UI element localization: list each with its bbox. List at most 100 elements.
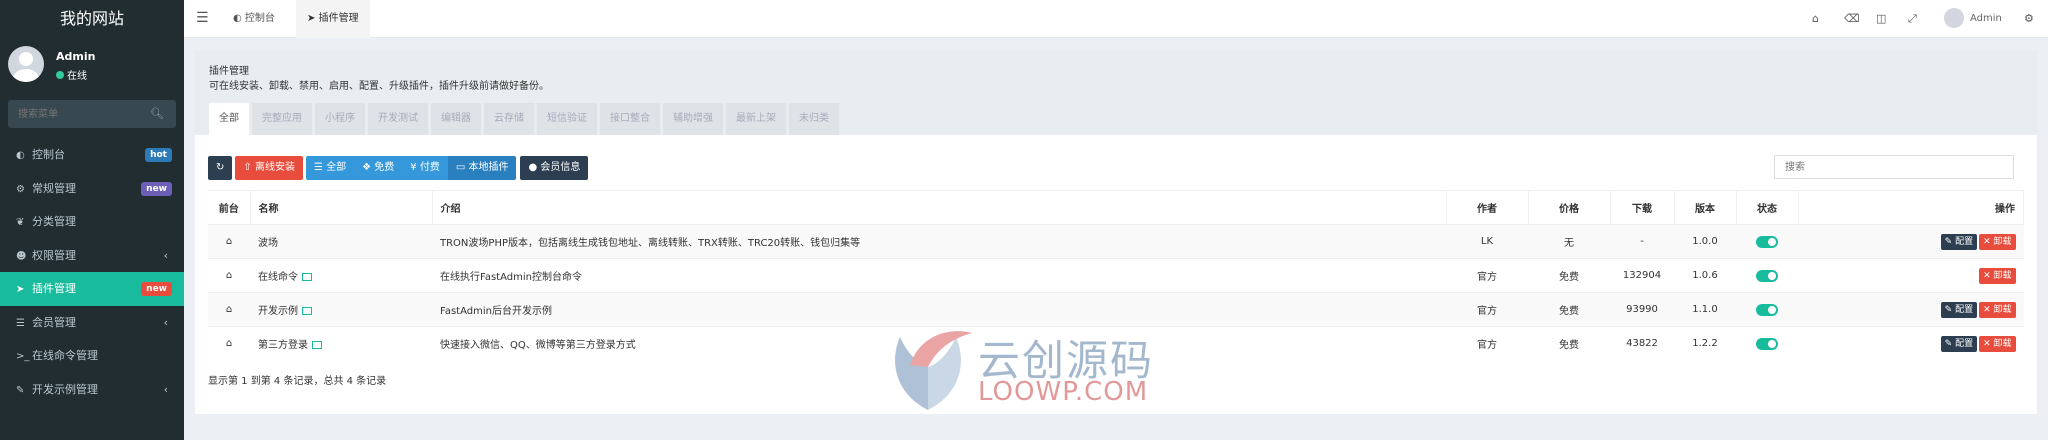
home-icon[interactable]: ⌂ [226, 304, 232, 315]
page-description: 可在线安装、卸载、禁用、启用、配置、升级插件，插件升级前请做好备份。 [209, 81, 549, 92]
category-tab[interactable]: 辅助增强 [663, 103, 723, 135]
filter-local-button[interactable]: ▭ 本地插件 [447, 156, 517, 180]
plugin-name[interactable]: 开发示例 [258, 306, 298, 317]
plugin-author: LK [1446, 224, 1528, 259]
home-icon[interactable]: ⌂ [226, 236, 232, 247]
category-tab[interactable]: 全部 [209, 103, 249, 135]
member-info-label: 会员信息 [540, 162, 581, 173]
uninstall-label: 卸载 [1993, 338, 2012, 349]
col-version[interactable]: 版本 [1674, 190, 1737, 225]
table-header-row: 前台 名称 介绍 作者 价格 下载 版本 状态 操作 [208, 190, 2024, 225]
site-title[interactable]: 我的网站 [0, 0, 184, 38]
category-tab[interactable]: 云存储 [484, 103, 534, 135]
filter-free-button[interactable]: ❖ 免费 [354, 156, 403, 180]
plugin-name[interactable]: 第三方登录 [258, 340, 308, 351]
refresh-button[interactable]: ↻ [208, 156, 233, 180]
search-icon[interactable]: 🔍︎ [150, 107, 164, 120]
offline-install-button[interactable]: ⇧ 离线安装 [235, 156, 303, 180]
tab-plugin-management[interactable]: ➤ 插件管理 [296, 0, 370, 38]
uninstall-button[interactable]: ✕ 卸载 [1979, 267, 2016, 284]
pagination-info: 显示第 1 到第 4 条记录，总共 4 条记录 [208, 376, 387, 387]
tab-label: 插件管理 [318, 13, 359, 24]
filter-all-button[interactable]: ☰ 全部 [305, 156, 355, 180]
image-icon[interactable] [302, 307, 312, 315]
filter-paid-button[interactable]: ¥ 付费 [402, 156, 448, 180]
trash-icon[interactable]: ⌫ [1844, 12, 1860, 25]
sidebar-item[interactable]: >_ 在线命令管理 [0, 339, 184, 373]
tab-dashboard[interactable]: ◐ 控制台 [222, 0, 286, 38]
users-icon: ☻ [16, 250, 27, 262]
plugin-intro: 在线执行FastAdmin控制台命令 [432, 258, 1446, 293]
plugin-price: 免费 [1528, 258, 1610, 293]
plugin-intro: FastAdmin后台开发示例 [432, 292, 1446, 327]
category-tab[interactable]: 未归类 [789, 103, 839, 135]
image-icon[interactable] [312, 341, 322, 350]
plugin-intro: 快速接入微信、QQ、微博等第三方登录方式 [432, 326, 1446, 361]
tab-label: 控制台 [244, 13, 275, 24]
status-toggle[interactable] [1756, 337, 1778, 350]
image-icon[interactable] [302, 273, 312, 281]
config-button[interactable]: ✎ 配置 [1940, 233, 1978, 250]
rocket-icon: ➤ [307, 13, 316, 24]
plugin-name[interactable]: 波场 [258, 238, 278, 249]
status-toggle[interactable] [1756, 235, 1778, 248]
sidebar-badge: hot [145, 148, 172, 162]
gift-icon: ❖ [362, 162, 372, 173]
sidebar-item[interactable]: ☻ 权限管理 ‹ [0, 239, 184, 273]
col-name[interactable]: 名称 [250, 190, 433, 225]
category-tab[interactable]: 开发测试 [368, 103, 428, 135]
fullscreen-icon[interactable]: ⤢ [1908, 12, 1917, 26]
status-toggle[interactable] [1756, 303, 1778, 316]
plugin-name[interactable]: 在线命令 [258, 272, 298, 283]
config-label: 配置 [1955, 304, 1974, 315]
menu-toggle-icon[interactable]: ☰ [196, 10, 209, 26]
sidebar-item[interactable]: ❦ 分类管理 [0, 205, 184, 239]
category-tab[interactable]: 完整应用 [252, 103, 312, 135]
category-tab[interactable]: 小程序 [315, 103, 365, 135]
category-tab[interactable]: 最新上架 [726, 103, 786, 135]
close-icon: ✕ [1983, 338, 1994, 349]
col-price[interactable]: 价格 [1528, 190, 1611, 225]
sidebar-item-label: 常规管理 [32, 181, 76, 195]
user-panel: Admin 在线 [0, 38, 184, 98]
settings-icon[interactable]: ⚙ [2024, 12, 2034, 25]
plugin-version: 1.1.0 [1674, 292, 1736, 327]
category-tab[interactable]: 编辑器 [431, 103, 481, 135]
plugin-panel: 插件管理 可在线安装、卸载、禁用、启用、配置、升级插件，插件升级前请做好备份。 … [195, 50, 2037, 414]
front-link-cell: ⌂ [208, 224, 250, 259]
plugin-version: 1.2.2 [1674, 326, 1736, 361]
category-tab[interactable]: 短信验证 [537, 103, 597, 135]
plugin-search-input[interactable] [1774, 155, 2014, 179]
sidebar-item[interactable]: ◐ 控制台 hot [0, 138, 184, 172]
sidebar-item[interactable]: ➤ 插件管理 new [0, 272, 184, 306]
category-tab[interactable]: 接口整合 [600, 103, 660, 135]
col-front[interactable]: 前台 [208, 190, 251, 225]
member-info-button[interactable]: ● 会员信息 [520, 156, 589, 180]
col-intro[interactable]: 介绍 [432, 190, 1447, 225]
filter-local-label: 本地插件 [468, 162, 509, 173]
rocket-icon: ➤ [16, 284, 25, 295]
home-icon[interactable]: ⌂ [226, 338, 232, 349]
col-author[interactable]: 作者 [1446, 190, 1529, 225]
plugin-name-cell: 第三方登录 [250, 326, 432, 361]
sidebar-item[interactable]: ☰ 会员管理 ‹ [0, 306, 184, 340]
config-button[interactable]: ✎ 配置 [1940, 335, 1978, 352]
col-status[interactable]: 状态 [1736, 190, 1799, 225]
uninstall-button[interactable]: ✕ 卸载 [1979, 301, 2016, 318]
top-user-menu[interactable]: Admin [1944, 0, 2002, 38]
col-action[interactable]: 操作 [1798, 190, 2024, 225]
language-icon[interactable]: ◫ [1876, 12, 1886, 25]
sidebar-item[interactable]: ✎ 开发示例管理 ‹ [0, 373, 184, 407]
chevron-left-icon: ‹ [163, 248, 168, 262]
col-downloads[interactable]: 下载 [1610, 190, 1675, 225]
sidebar-menu: ◐ 控制台 hot ⚙ 常规管理 new ❦ 分类管理 ☻ 权限管理 ‹ ➤ 插件管理 new ☰ 会员管理 ‹… [0, 138, 184, 406]
uninstall-button[interactable]: ✕ 卸载 [1979, 335, 2016, 352]
home-icon[interactable]: ⌂ [1812, 12, 1819, 25]
config-button[interactable]: ✎ 配置 [1940, 301, 1978, 318]
home-icon[interactable]: ⌂ [226, 270, 232, 281]
sidebar-item[interactable]: ⚙ 常规管理 new [0, 172, 184, 206]
uninstall-label: 卸载 [1993, 270, 2012, 281]
status-toggle[interactable] [1756, 269, 1778, 282]
sidebar-search-input[interactable] [8, 100, 148, 128]
uninstall-button[interactable]: ✕ 卸载 [1979, 233, 2016, 250]
